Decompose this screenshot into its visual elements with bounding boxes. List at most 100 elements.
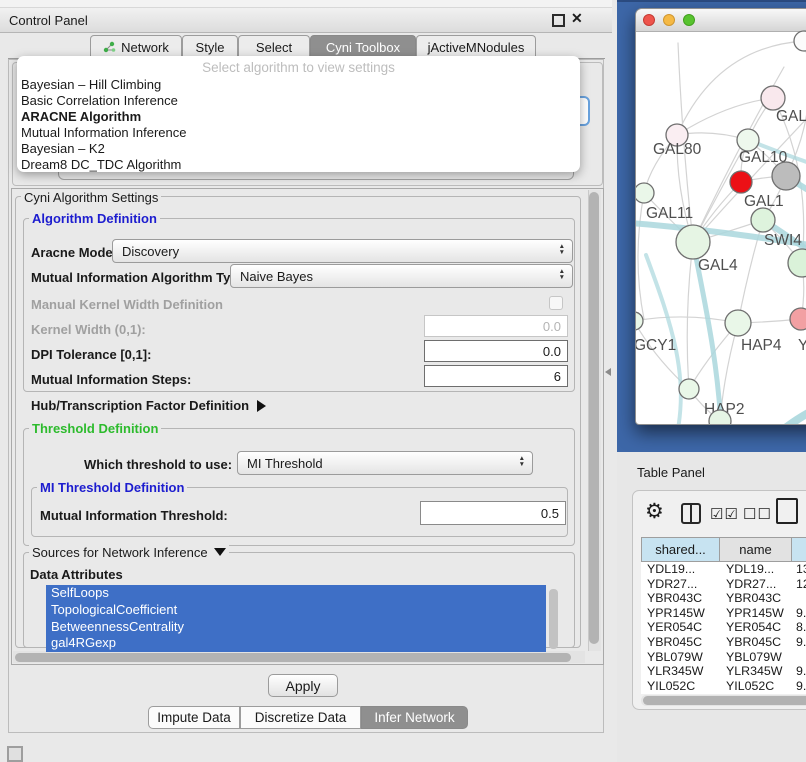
tab-label: jActiveMNodules — [428, 40, 525, 55]
float-window-icon[interactable] — [552, 14, 565, 27]
cell: YBR043C — [720, 591, 792, 606]
mi-steps-field[interactable]: 6 — [424, 365, 568, 387]
dropdown-item[interactable]: Mutual Information Inference — [21, 125, 571, 141]
network-window[interactable]: GALGAL80GAL10GAL1GAL11SWI4GAL4YHAP4GCY1H… — [635, 8, 806, 425]
column-header-shared-name[interactable]: shared... — [641, 537, 720, 562]
screenshot-root: Control Panel ✕ Network Style Select Cyn… — [0, 0, 806, 762]
kernel-width-field[interactable]: 0.0 — [424, 315, 568, 337]
manual-kernel-label: Manual Kernel Width Definition — [31, 297, 223, 312]
data-attributes-list[interactable]: SelfLoops TopologicalCoefficient Between… — [46, 585, 546, 652]
table-hscrollbar-thumb[interactable] — [643, 696, 806, 705]
cell: YBR045C — [720, 635, 792, 650]
dropdown-item-selected[interactable]: ARACNE Algorithm — [21, 109, 571, 125]
page-icon[interactable] — [776, 498, 798, 524]
columns-icon[interactable] — [681, 503, 701, 524]
tab-label: Style — [196, 40, 225, 55]
attribute-item[interactable]: SelfLoops — [46, 585, 546, 602]
aracne-mode-combo[interactable]: Discovery ▲▼ — [112, 239, 573, 263]
table-row[interactable]: YBL079WYBL079W — [641, 650, 806, 665]
network-node[interactable] — [788, 249, 806, 277]
network-node-swi4[interactable] — [751, 208, 775, 232]
tab-cyni-toolbox[interactable]: Cyni Toolbox — [310, 35, 416, 58]
tab-network[interactable]: Network — [90, 35, 182, 58]
network-node-gal10[interactable] — [737, 129, 759, 151]
network-canvas[interactable]: GALGAL80GAL10GAL1GAL11SWI4GAL4YHAP4GCY1H… — [636, 9, 806, 425]
stepper-icon: ▲▼ — [559, 269, 565, 280]
bottom-tab-impute-data[interactable]: Impute Data — [148, 706, 240, 729]
tab-select[interactable]: Select — [238, 35, 310, 58]
network-node-hap2[interactable] — [679, 379, 699, 399]
attribute-item[interactable]: BetweennessCentrality — [46, 619, 546, 636]
attribute-item[interactable]: TopologicalCoefficient — [46, 602, 546, 619]
attribute-list-scrollbar-thumb[interactable] — [549, 589, 558, 649]
mi-threshold-field[interactable]: 0.5 — [420, 501, 566, 525]
cell: YBL079W — [720, 650, 792, 665]
control-panel-titlebar — [0, 8, 612, 33]
network-node-hap4[interactable] — [725, 310, 751, 336]
manual-kernel-checkbox[interactable] — [549, 296, 563, 310]
table-row[interactable]: YBR043CYBR043C — [641, 591, 806, 606]
which-threshold-combo[interactable]: MI Threshold ▲▼ — [237, 451, 533, 475]
network-node[interactable] — [794, 31, 806, 51]
table-hscrollbar-track[interactable] — [641, 695, 806, 706]
table-body[interactable]: YDL19...YDL19...13 YDR27...YDR27...12 YB… — [641, 562, 806, 694]
tab-jactivemnodules[interactable]: jActiveMNodules — [416, 35, 536, 58]
network-node-gcy1[interactable] — [636, 312, 643, 330]
network-node-gal[interactable] — [761, 86, 785, 110]
network-node-y[interactable] — [790, 308, 806, 330]
table-row[interactable]: YLR345WYLR345W9. — [641, 664, 806, 679]
bottom-tab-infer-network[interactable]: Infer Network — [361, 706, 468, 729]
mi-threshold-label: Mutual Information Threshold: — [40, 508, 228, 523]
table-row[interactable]: YBR045CYBR045C9. — [641, 635, 806, 650]
cell: YIL052C — [641, 679, 720, 694]
cell: 9. — [792, 635, 806, 650]
control-panel-title: Control Panel — [9, 13, 88, 28]
deselect-all-checkboxes-icon[interactable]: ☐☐ — [743, 505, 772, 523]
kernel-width-label: Kernel Width (0,1): — [31, 322, 146, 337]
node-label: Y — [798, 337, 806, 354]
mi-type-combo[interactable]: Naive Bayes ▲▼ — [230, 264, 573, 288]
cell — [792, 591, 806, 606]
tab-style[interactable]: Style — [182, 35, 238, 58]
bottom-tab-discretize-data[interactable]: Discretize Data — [240, 706, 361, 729]
cell: YDL19... — [720, 562, 792, 577]
cell: 9. — [792, 679, 806, 694]
vertical-scrollbar-thumb[interactable] — [589, 192, 599, 644]
table-row[interactable]: YDL19...YDL19...13 — [641, 562, 806, 577]
network-node-gal1[interactable] — [730, 171, 752, 193]
sources-collapser[interactable]: Sources for Network Inference — [29, 545, 229, 560]
network-node-gal4[interactable] — [676, 225, 710, 259]
network-tab-icon — [103, 41, 116, 53]
table-row[interactable]: YER054CYER054C8. — [641, 620, 806, 635]
hub-definition-expander[interactable]: Hub/Transcription Factor Definition — [31, 398, 266, 413]
dpi-tolerance-field[interactable]: 0.0 — [424, 340, 568, 362]
node-label: GAL80 — [653, 141, 702, 158]
collapsed-panel-icon[interactable] — [7, 746, 23, 762]
attribute-item[interactable]: gal4RGexp — [46, 635, 546, 652]
select-all-checkboxes-icon[interactable]: ☑☑ — [710, 505, 739, 523]
close-icon[interactable]: ✕ — [571, 10, 583, 27]
column-header-cut[interactable] — [792, 537, 806, 562]
table-row[interactable]: YPR145WYPR145W9. — [641, 606, 806, 621]
cell: YPR145W — [720, 606, 792, 621]
splitter-collapse-icon[interactable] — [605, 368, 611, 376]
network-node-gal11[interactable] — [636, 183, 654, 203]
column-header-name[interactable]: name — [720, 537, 792, 562]
dropdown-item[interactable]: Bayesian – K2 — [21, 141, 571, 157]
dropdown-item[interactable]: Dream8 DC_TDC Algorithm — [21, 157, 571, 173]
mi-type-label: Mutual Information Algorithm Type: — [31, 270, 250, 285]
dropdown-item[interactable]: Bayesian – Hill Climbing — [21, 77, 571, 93]
table-header-row: shared... name — [641, 537, 806, 562]
table-panel-box: ⚙ ☑☑ ☐☐ shared... name YDL19...YDL19...1… — [632, 490, 806, 710]
table-row[interactable]: YDR27...YDR27...12 — [641, 577, 806, 592]
table-row[interactable]: YIL052CYIL052C9. — [641, 679, 806, 694]
network-node[interactable] — [772, 162, 800, 190]
node-label: GAL11 — [646, 205, 693, 222]
horizontal-scrollbar-thumb[interactable] — [15, 653, 571, 662]
dropdown-item[interactable]: Basic Correlation Inference — [21, 93, 571, 109]
combo-value: Naive Bayes — [240, 269, 313, 284]
gear-icon[interactable]: ⚙ — [645, 499, 664, 524]
algorithm-dropdown[interactable]: Select algorithm to view settings Bayesi… — [17, 56, 580, 172]
mi-threshold-group-title: MI Threshold Definition — [37, 480, 187, 495]
apply-button[interactable]: Apply — [268, 674, 338, 697]
